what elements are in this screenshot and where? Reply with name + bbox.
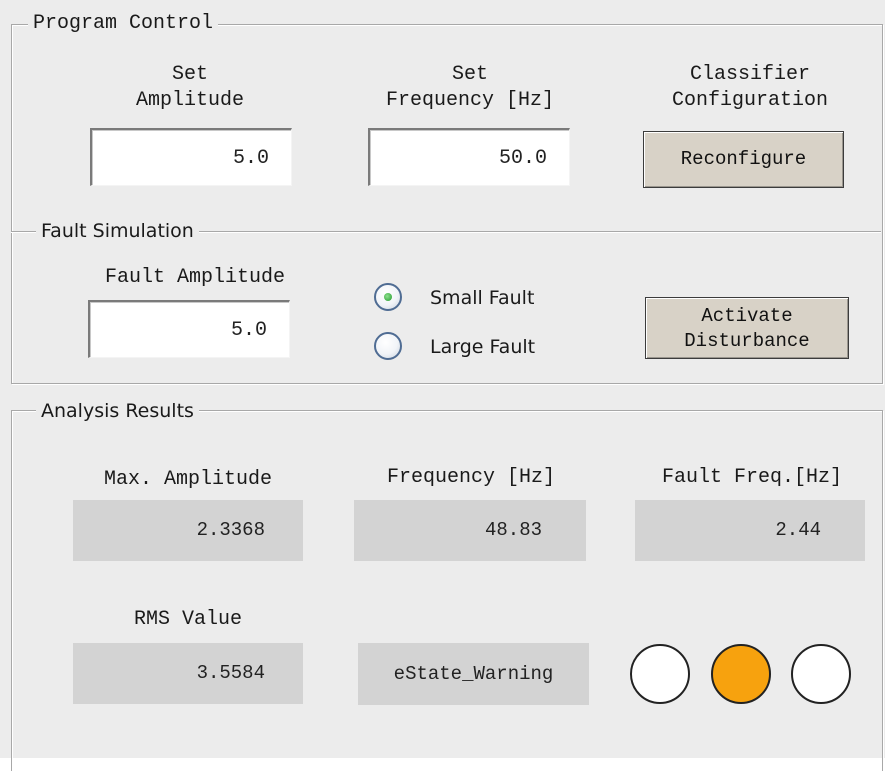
max-amplitude-label: Max. Amplitude bbox=[103, 468, 273, 491]
classifier-configuration-label: Classifier Configuration bbox=[671, 63, 829, 112]
fault-freq-label: Fault Freq.[Hz] bbox=[661, 466, 843, 489]
status-lamp-3 bbox=[791, 644, 851, 704]
program-control-title: Program Control bbox=[28, 13, 219, 35]
rms-value: 3.5584 bbox=[73, 643, 303, 704]
small-fault-radio[interactable] bbox=[374, 283, 402, 311]
set-amplitude-label: Set Amplitude bbox=[135, 63, 245, 112]
state-value: eState_Warning bbox=[358, 643, 589, 705]
frequency-label: Frequency [Hz] bbox=[386, 466, 556, 489]
fault-amplitude-label: Fault Amplitude bbox=[104, 266, 286, 289]
max-amplitude-value: 2.3368 bbox=[73, 500, 303, 561]
status-lamp-1 bbox=[630, 644, 690, 704]
status-lamp-2 bbox=[711, 644, 771, 704]
set-frequency-input[interactable]: 50.0 bbox=[368, 128, 570, 186]
set-frequency-label: Set Frequency [Hz] bbox=[385, 63, 555, 112]
activate-disturbance-button[interactable]: Activate Disturbance bbox=[645, 297, 849, 359]
radio-selected-dot bbox=[384, 293, 392, 301]
analysis-results-title: Analysis Results bbox=[36, 400, 199, 422]
fault-amplitude-input[interactable]: 5.0 bbox=[88, 300, 290, 358]
fault-simulation-title: Fault Simulation bbox=[36, 220, 199, 242]
set-amplitude-input[interactable]: 5.0 bbox=[90, 128, 292, 186]
large-fault-radio[interactable] bbox=[374, 332, 402, 360]
large-fault-label: Large Fault bbox=[430, 336, 536, 358]
reconfigure-button[interactable]: Reconfigure bbox=[643, 131, 844, 188]
control-panel: Program Control Fault Simulation Set Amp… bbox=[0, 0, 885, 771]
fault-freq-value: 2.44 bbox=[635, 500, 865, 561]
frequency-value: 48.83 bbox=[354, 500, 586, 561]
rms-value-label: RMS Value bbox=[133, 608, 243, 631]
small-fault-label: Small Fault bbox=[430, 287, 535, 309]
